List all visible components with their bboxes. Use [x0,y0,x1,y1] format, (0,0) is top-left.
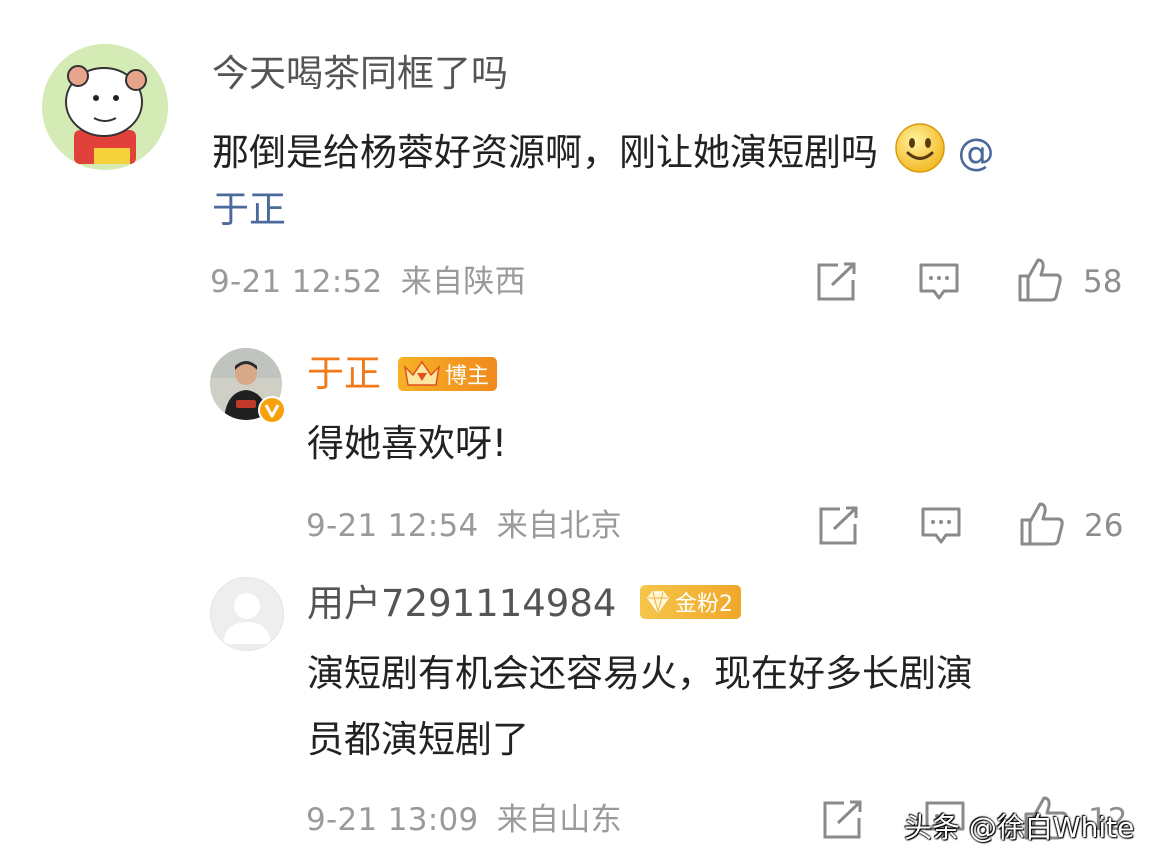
comment-location: 来自陕西 [400,264,526,300]
avatar[interactable] [42,44,168,170]
reply-meta: 9-21 13:09 来自山东 [306,800,622,840]
reply-meta: 9-21 12:54 来自北京 [306,506,622,546]
comment-icon[interactable] [918,262,960,302]
comment-icon[interactable] [920,506,962,546]
share-icon[interactable] [816,262,858,302]
crown-icon [403,360,441,386]
reply-location: 来自北京 [496,508,622,544]
like-icon[interactable] [1016,256,1064,304]
comment-username[interactable]: 今天喝茶同框了吗 [212,52,508,96]
verified-badge-icon [258,396,286,428]
share-icon[interactable] [818,506,860,546]
reply-text: 得她喜欢呀! [307,422,507,465]
gold-fan-badge: 金粉2 [640,585,741,619]
like-count: 58 [1083,264,1123,300]
reply-text-line: 员都演短剧了 [307,718,529,761]
comment-text: 那倒是给杨蓉好资源啊，刚让她演短剧吗 @ [212,122,995,184]
reply-timestamp: 9-21 12:54 [306,508,479,544]
mention-link[interactable]: 于正 [212,188,286,232]
comment-meta: 9-21 12:52 来自陕西 [210,262,526,302]
reply-timestamp: 9-21 13:09 [306,802,479,838]
diamond-icon [647,591,669,614]
comment-timestamp: 9-21 12:52 [210,264,383,300]
reply-text-line: 演短剧有机会还容易火，现在好多长剧演 [307,652,973,695]
share-icon[interactable] [822,800,864,840]
blogger-badge-label: 博主 [445,364,490,389]
reply-username[interactable]: 用户7291114984 [307,582,616,626]
gold-fan-badge-label: 金粉2 [675,592,733,617]
avatar[interactable] [210,577,284,651]
like-count: 26 [1084,508,1124,544]
watermark: 头条 @徐白White [904,811,1135,844]
blogger-badge: 博主 [398,357,498,391]
reply-location: 来自山东 [496,802,622,838]
smile-emoji-icon [894,122,946,184]
mention-at[interactable]: @ [958,131,995,174]
like-icon[interactable] [1018,500,1066,548]
comment-text-line: 那倒是给杨蓉好资源啊，刚让她演短剧吗 [212,131,878,174]
reply-username[interactable]: 于正 [307,352,381,396]
